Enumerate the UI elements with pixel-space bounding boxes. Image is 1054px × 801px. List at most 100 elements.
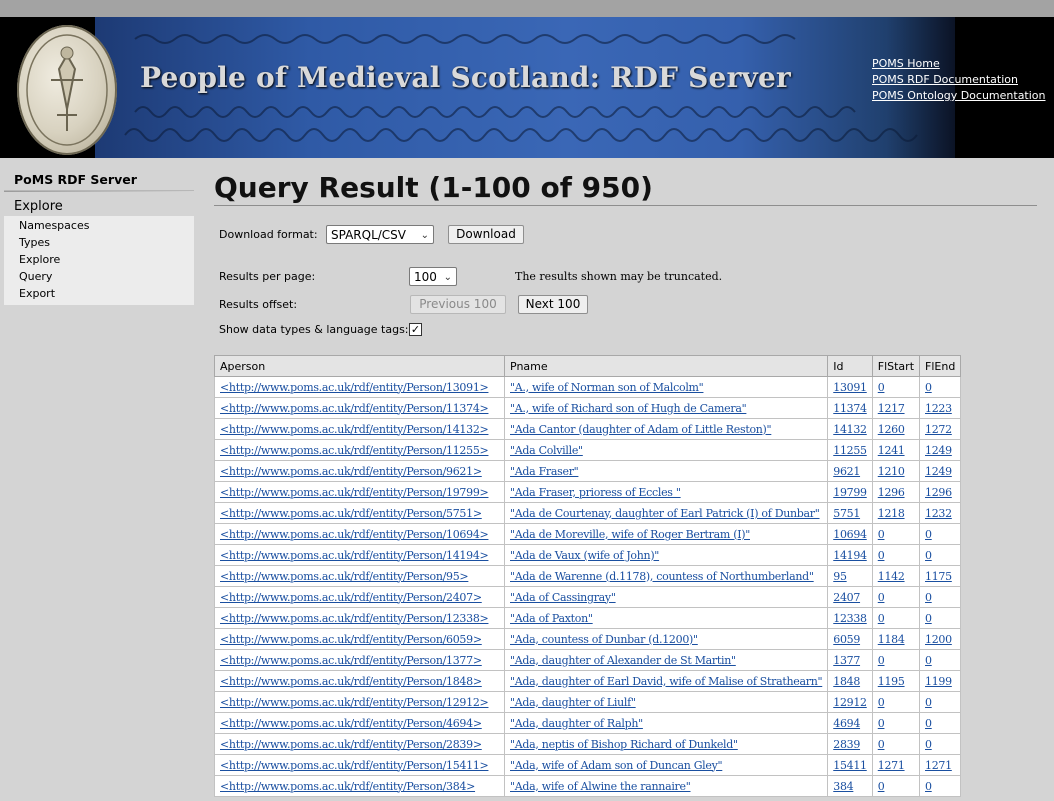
pname-link[interactable]: "Ada de Courtenay, daughter of Earl Patr…: [510, 507, 820, 520]
aperson-link[interactable]: <http://www.poms.ac.uk/rdf/entity/Person…: [220, 612, 489, 625]
pname-link[interactable]: "Ada of Cassingray": [510, 591, 616, 604]
aperson-link[interactable]: <http://www.poms.ac.uk/rdf/entity/Person…: [220, 717, 482, 730]
sidebar-item-namespaces[interactable]: Namespaces: [4, 217, 194, 234]
flstart-link[interactable]: 0: [878, 654, 885, 667]
pname-link[interactable]: "A., wife of Richard son of Hugh de Came…: [510, 402, 747, 415]
aperson-link[interactable]: <http://www.poms.ac.uk/rdf/entity/Person…: [220, 738, 482, 751]
aperson-link[interactable]: <http://www.poms.ac.uk/rdf/entity/Person…: [220, 444, 489, 457]
flstart-link[interactable]: 1296: [878, 486, 905, 499]
flstart-link[interactable]: 1271: [878, 759, 905, 772]
flend-link[interactable]: 0: [925, 549, 932, 562]
pname-link[interactable]: "Ada, daughter of Alexander de St Martin…: [510, 654, 736, 667]
next-100-button[interactable]: Next 100: [518, 295, 588, 314]
id-link[interactable]: 1377: [833, 654, 860, 667]
aperson-link[interactable]: <http://www.poms.ac.uk/rdf/entity/Person…: [220, 528, 489, 541]
flend-link[interactable]: 1232: [925, 507, 952, 520]
pname-link[interactable]: "Ada Colville": [510, 444, 583, 457]
flstart-link[interactable]: 1218: [878, 507, 905, 520]
flstart-link[interactable]: 0: [878, 591, 885, 604]
aperson-link[interactable]: <http://www.poms.ac.uk/rdf/entity/Person…: [220, 780, 475, 793]
pname-link[interactable]: "Ada de Vaux (wife of John)": [510, 549, 659, 562]
id-link[interactable]: 6059: [833, 633, 860, 646]
pname-link[interactable]: "Ada, neptis of Bishop Richard of Dunkel…: [510, 738, 738, 751]
flstart-link[interactable]: 0: [878, 780, 885, 793]
flstart-link[interactable]: 1260: [878, 423, 905, 436]
download-button[interactable]: Download: [448, 225, 524, 244]
flstart-link[interactable]: 1210: [878, 465, 905, 478]
aperson-link[interactable]: <http://www.poms.ac.uk/rdf/entity/Person…: [220, 570, 469, 583]
column-header-flstart[interactable]: FlStart: [871, 355, 921, 377]
flend-link[interactable]: 0: [925, 528, 932, 541]
column-header-pname[interactable]: Pname: [503, 355, 829, 377]
pname-link[interactable]: "A., wife of Norman son of Malcolm": [510, 381, 704, 394]
flstart-link[interactable]: 0: [878, 612, 885, 625]
aperson-link[interactable]: <http://www.poms.ac.uk/rdf/entity/Person…: [220, 423, 489, 436]
pname-link[interactable]: "Ada, daughter of Liulf": [510, 696, 636, 709]
flend-link[interactable]: 1199: [925, 675, 952, 688]
column-header-id[interactable]: Id: [827, 355, 873, 377]
flend-link[interactable]: 1200: [925, 633, 952, 646]
flstart-link[interactable]: 1195: [878, 675, 905, 688]
pname-link[interactable]: "Ada, countess of Dunbar (d.1200)": [510, 633, 698, 646]
pname-link[interactable]: "Ada de Warenne (d.1178), countess of No…: [510, 570, 814, 583]
id-link[interactable]: 1848: [833, 675, 860, 688]
pname-link[interactable]: "Ada Fraser": [510, 465, 579, 478]
aperson-link[interactable]: <http://www.poms.ac.uk/rdf/entity/Person…: [220, 507, 482, 520]
id-link[interactable]: 14194: [833, 549, 867, 562]
aperson-link[interactable]: <http://www.poms.ac.uk/rdf/entity/Person…: [220, 675, 482, 688]
id-link[interactable]: 9621: [833, 465, 860, 478]
id-link[interactable]: 11374: [833, 402, 867, 415]
flend-link[interactable]: 0: [925, 780, 932, 793]
flend-link[interactable]: 0: [925, 738, 932, 751]
pname-link[interactable]: "Ada de Moreville, wife of Roger Bertram…: [510, 528, 750, 541]
show-datatypes-checkbox[interactable]: ✓: [409, 323, 422, 336]
id-link[interactable]: 13091: [833, 381, 867, 394]
pname-link[interactable]: "Ada, wife of Adam son of Duncan Gley": [510, 759, 723, 772]
sidebar-item-explore[interactable]: Explore: [4, 251, 194, 268]
id-link[interactable]: 15411: [833, 759, 867, 772]
flend-link[interactable]: 1249: [925, 465, 952, 478]
id-link[interactable]: 384: [833, 780, 853, 793]
flend-link[interactable]: 0: [925, 381, 932, 394]
id-link[interactable]: 4694: [833, 717, 860, 730]
flstart-link[interactable]: 1217: [878, 402, 905, 415]
aperson-link[interactable]: <http://www.poms.ac.uk/rdf/entity/Person…: [220, 486, 489, 499]
poms-rdf-documentation-link[interactable]: POMS RDF Documentation: [872, 72, 1046, 88]
flend-link[interactable]: 1175: [925, 570, 952, 583]
flend-link[interactable]: 0: [925, 717, 932, 730]
flstart-link[interactable]: 0: [878, 381, 885, 394]
pname-link[interactable]: "Ada, daughter of Ralph": [510, 717, 643, 730]
column-header-aperson[interactable]: Aperson: [214, 355, 505, 377]
flend-link[interactable]: 1249: [925, 444, 952, 457]
flstart-link[interactable]: 0: [878, 549, 885, 562]
aperson-link[interactable]: <http://www.poms.ac.uk/rdf/entity/Person…: [220, 759, 489, 772]
flend-link[interactable]: 0: [925, 696, 932, 709]
flstart-link[interactable]: 0: [878, 717, 885, 730]
flstart-link[interactable]: 1142: [878, 570, 905, 583]
sidebar-item-query[interactable]: Query: [4, 268, 194, 285]
pname-link[interactable]: "Ada Fraser, prioress of Eccles ": [510, 486, 681, 499]
sidebar-item-export[interactable]: Export: [4, 285, 194, 302]
flstart-link[interactable]: 0: [878, 738, 885, 751]
flend-link[interactable]: 0: [925, 612, 932, 625]
column-header-flend[interactable]: FlEnd: [919, 355, 962, 377]
id-link[interactable]: 19799: [833, 486, 867, 499]
pname-link[interactable]: "Ada Cantor (daughter of Adam of Little …: [510, 423, 772, 436]
id-link[interactable]: 12338: [833, 612, 867, 625]
flend-link[interactable]: 0: [925, 654, 932, 667]
flstart-link[interactable]: 0: [878, 696, 885, 709]
id-link[interactable]: 12912: [833, 696, 867, 709]
pname-link[interactable]: "Ada of Paxton": [510, 612, 593, 625]
flend-link[interactable]: 0: [925, 591, 932, 604]
id-link[interactable]: 14132: [833, 423, 867, 436]
id-link[interactable]: 11255: [833, 444, 867, 457]
id-link[interactable]: 95: [833, 570, 847, 583]
aperson-link[interactable]: <http://www.poms.ac.uk/rdf/entity/Person…: [220, 549, 489, 562]
aperson-link[interactable]: <http://www.poms.ac.uk/rdf/entity/Person…: [220, 654, 482, 667]
flend-link[interactable]: 1271: [925, 759, 952, 772]
id-link[interactable]: 10694: [833, 528, 867, 541]
aperson-link[interactable]: <http://www.poms.ac.uk/rdf/entity/Person…: [220, 591, 482, 604]
flstart-link[interactable]: 1241: [878, 444, 905, 457]
download-format-select[interactable]: SPARQL/CSV ⌄: [326, 225, 434, 244]
aperson-link[interactable]: <http://www.poms.ac.uk/rdf/entity/Person…: [220, 633, 482, 646]
